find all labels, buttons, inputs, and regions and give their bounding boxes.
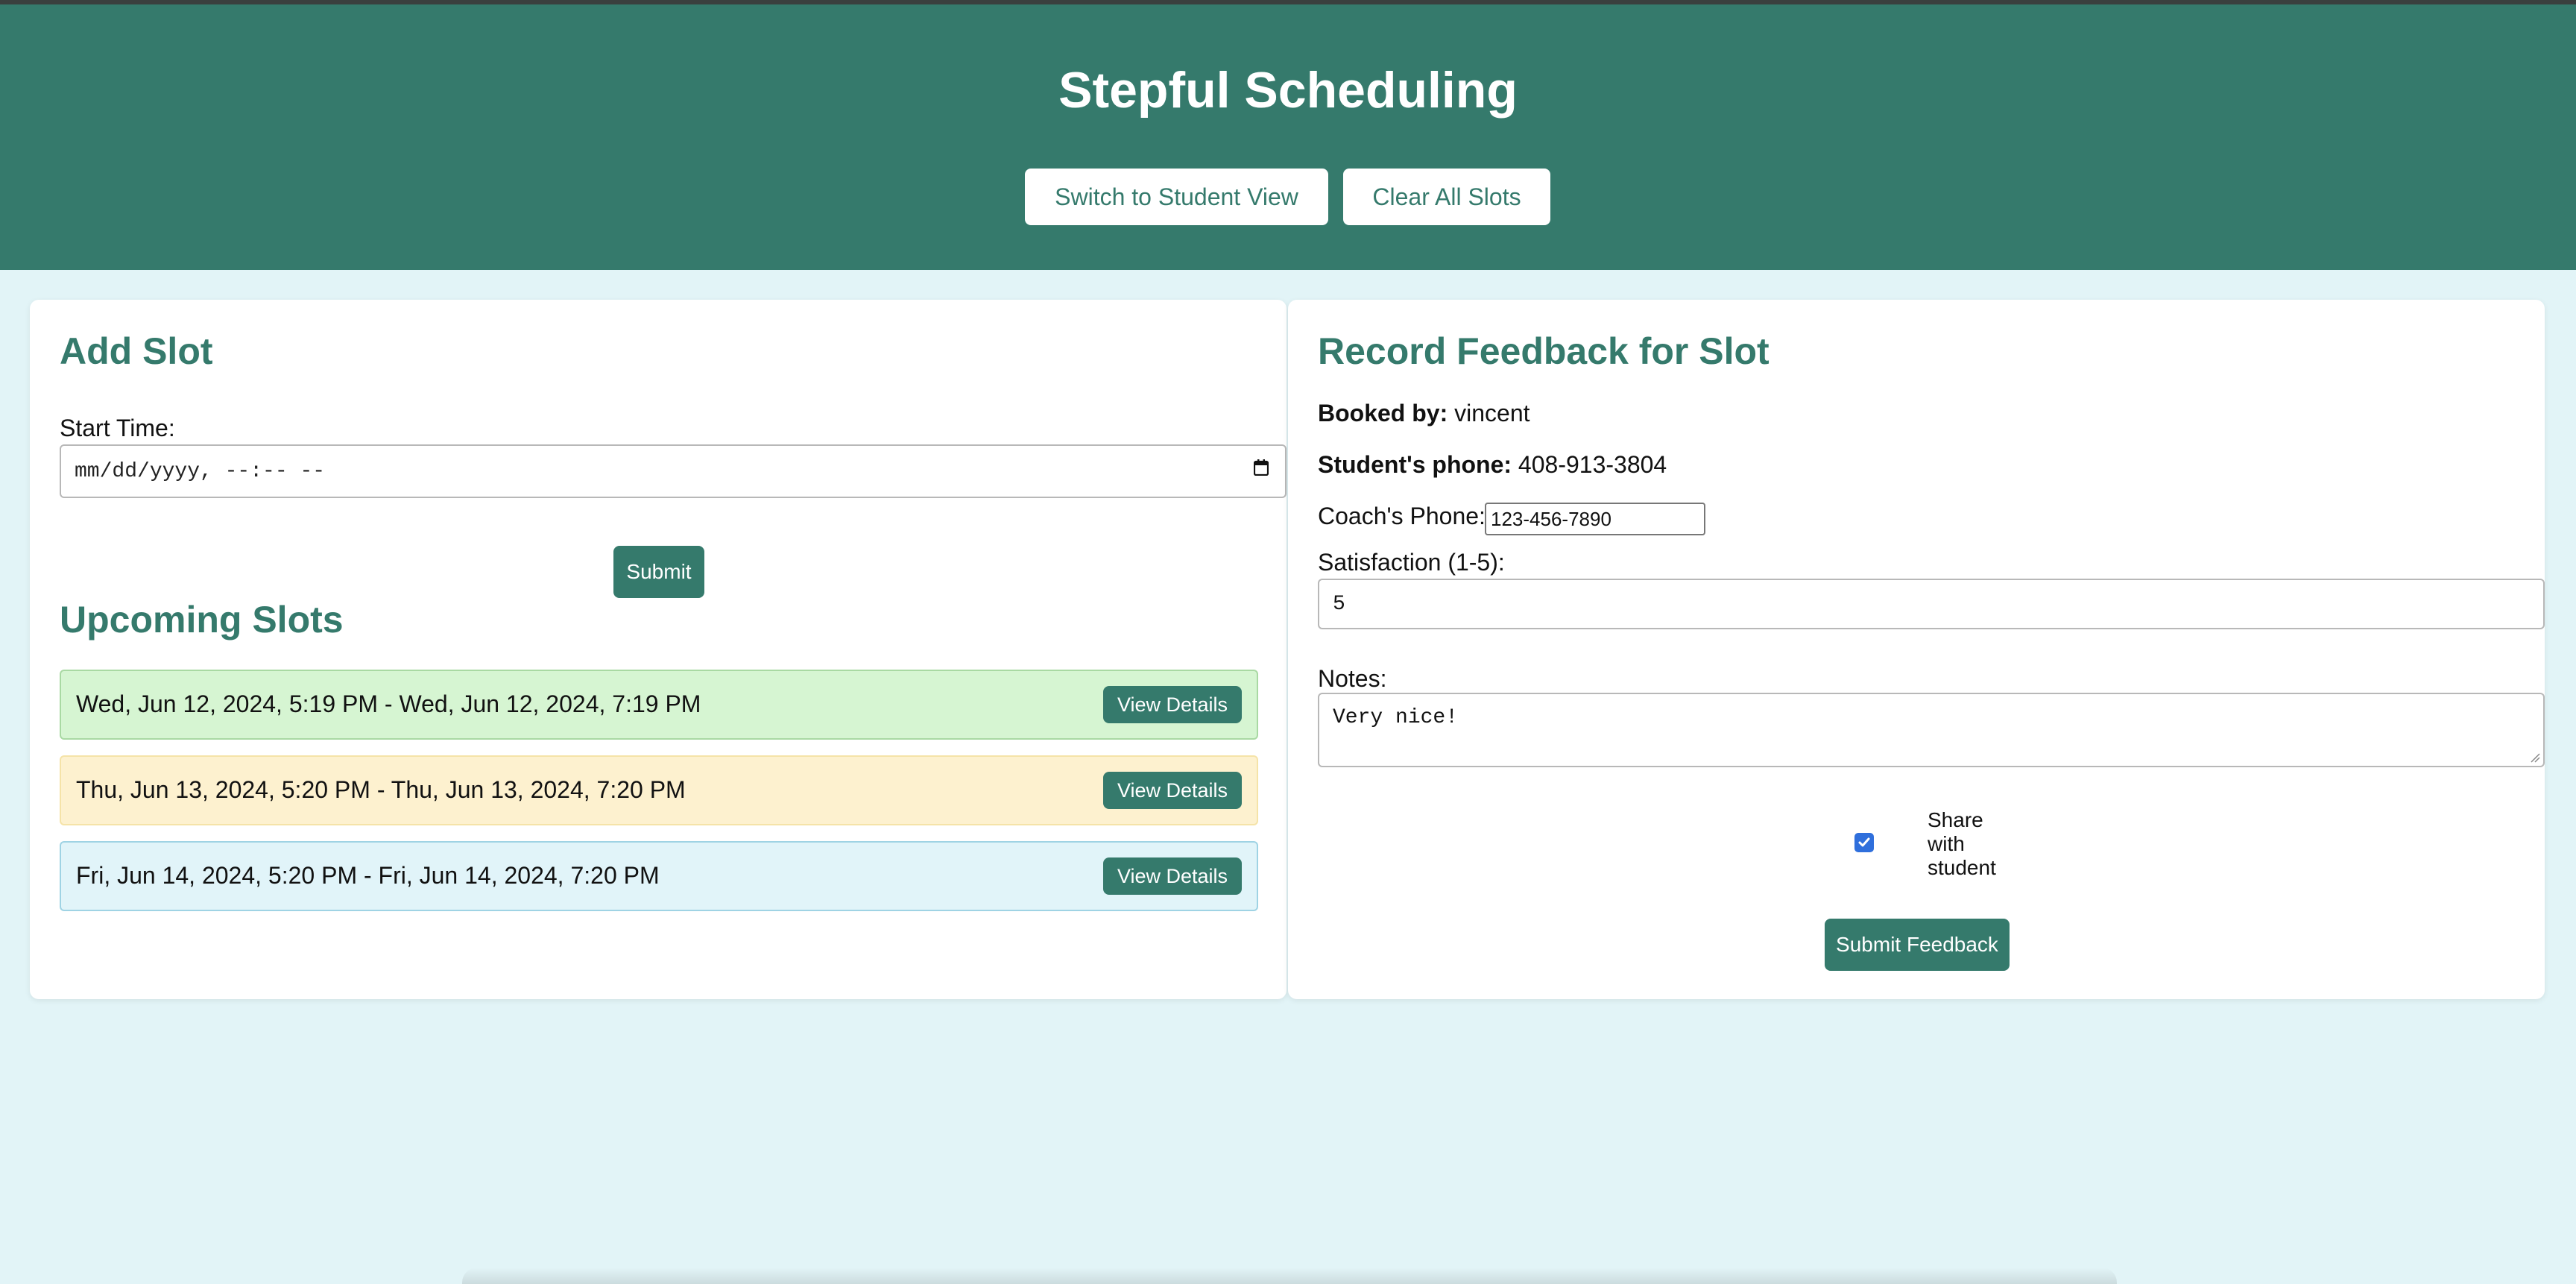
start-time-label: Start Time: — [60, 415, 175, 441]
upcoming-slots-heading: Upcoming Slots — [60, 599, 344, 641]
booked-by-label: Booked by: — [1318, 400, 1448, 427]
notes-label: Notes: — [1318, 665, 1387, 692]
satisfaction-label: Satisfaction (1-5): — [1318, 549, 1505, 576]
add-slot-panel: Add Slot Start Time: mm/dd/yyyy, --:-- -… — [30, 300, 1287, 999]
coach-phone-label: Coach's Phone: — [1318, 503, 1486, 529]
start-time-input[interactable]: mm/dd/yyyy, --:-- -- — [60, 444, 1287, 498]
switch-to-student-view-button[interactable]: Switch to Student View — [1025, 169, 1328, 225]
slot-item: Thu, Jun 13, 2024, 5:20 PM - Thu, Jun 13… — [60, 755, 1258, 825]
slot-time-range: Fri, Jun 14, 2024, 5:20 PM - Fri, Jun 14… — [76, 862, 660, 889]
record-feedback-panel: Record Feedback for Slot Booked by: vinc… — [1288, 300, 2545, 999]
coach-phone-value: 123-456-7890 — [1491, 507, 1611, 530]
coach-phone-input[interactable]: 123-456-7890 — [1485, 503, 1705, 535]
student-phone-row: Student's phone: 408-913-3804 — [1318, 451, 1667, 479]
notes-textarea[interactable]: Very nice! — [1318, 693, 2545, 767]
notes-value: Very nice! — [1333, 706, 1459, 729]
slot-item: Wed, Jun 12, 2024, 5:19 PM - Wed, Jun 12… — [60, 670, 1258, 740]
student-phone-value: 408-913-3804 — [1518, 451, 1667, 478]
add-slot-submit-button[interactable]: Submit — [613, 546, 704, 598]
view-details-button[interactable]: View Details — [1103, 857, 1242, 895]
resize-handle-icon[interactable] — [2530, 752, 2540, 763]
satisfaction-input[interactable]: 5 — [1318, 579, 2545, 629]
slot-time-range: Wed, Jun 12, 2024, 5:19 PM - Wed, Jun 12… — [76, 690, 701, 717]
calendar-icon[interactable] — [1254, 459, 1269, 476]
app-title: Stepful Scheduling — [1058, 62, 1518, 119]
booked-by-row: Booked by: vincent — [1318, 400, 1530, 427]
bottom-edge-shadow — [462, 1268, 2117, 1284]
slot-item: Fri, Jun 14, 2024, 5:20 PM - Fri, Jun 14… — [60, 841, 1258, 911]
record-feedback-heading: Record Feedback for Slot — [1318, 330, 1770, 372]
add-slot-heading: Add Slot — [60, 330, 213, 372]
booked-by-value: vincent — [1454, 400, 1530, 427]
app-header: Stepful Scheduling Switch to Student Vie… — [0, 4, 2576, 270]
student-phone-label: Student's phone: — [1318, 451, 1512, 478]
start-time-placeholder: mm/dd/yyyy, --:-- -- — [75, 459, 326, 483]
view-details-button[interactable]: View Details — [1103, 772, 1242, 809]
satisfaction-value: 5 — [1333, 592, 1345, 616]
share-with-student-label: Share with student — [1928, 808, 1996, 879]
checkmark-icon — [1858, 837, 1870, 847]
clear-all-slots-button[interactable]: Clear All Slots — [1343, 169, 1550, 225]
view-details-button[interactable]: View Details — [1103, 686, 1242, 723]
slot-time-range: Thu, Jun 13, 2024, 5:20 PM - Thu, Jun 13… — [76, 776, 686, 803]
submit-feedback-button[interactable]: Submit Feedback — [1825, 919, 2010, 971]
share-with-student-checkbox[interactable] — [1854, 833, 1874, 852]
